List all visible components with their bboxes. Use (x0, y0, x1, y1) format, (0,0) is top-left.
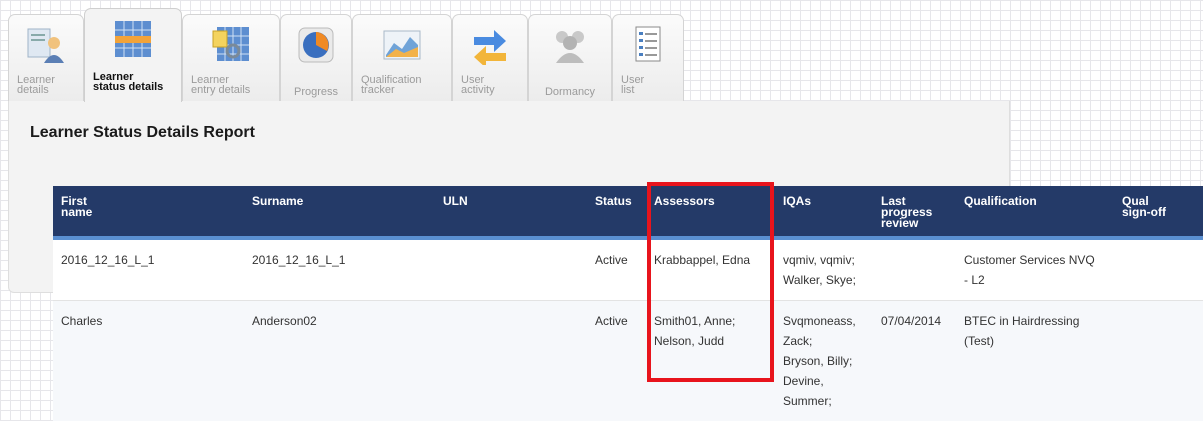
tab-label: Learner details (17, 75, 79, 95)
cell-surname: 2016_12_16_L_1 (244, 238, 435, 301)
column-header-first-name[interactable]: First name (53, 186, 244, 238)
column-header-last-progress-review[interactable]: Last progress review (873, 186, 956, 238)
tab-label: Learner entry details (191, 75, 275, 95)
table-row[interactable]: 2016_12_16_L_1 2016_12_16_L_1 Active Kra… (53, 238, 1203, 301)
cell-last-progress-review (873, 238, 956, 301)
cell-iqas: vqmiv, vqmiv; Walker, Skye; (775, 238, 873, 301)
tab-learner-details[interactable]: Learner details (8, 14, 84, 102)
report-table: First name Surname ULN Status Assessors … (53, 186, 1203, 421)
arrows-icon (470, 25, 510, 65)
area-chart-icon (382, 25, 422, 65)
cell-first-name: 2016_12_16_L_1 (53, 238, 244, 301)
tab-progress[interactable]: Progress (280, 14, 352, 102)
list-icon (628, 25, 668, 65)
column-header-iqas[interactable]: IQAs (775, 186, 873, 238)
tab-learner-status-details[interactable]: Learner status details (84, 8, 182, 102)
entry-icon (211, 25, 251, 65)
tab-label: Dormancy (533, 87, 607, 97)
tab-user-list[interactable]: User list (612, 14, 684, 102)
column-header-qualification[interactable]: Qualification (956, 186, 1114, 238)
tab-label: User activity (461, 75, 523, 95)
table-header-row: First name Surname ULN Status Assessors … (53, 186, 1203, 238)
tab-label: Progress (285, 87, 347, 97)
cell-qualification: Customer Services NVQ - L2 (956, 238, 1114, 301)
learner-icon (26, 25, 66, 65)
cell-qual-sign-off (1114, 238, 1203, 301)
tab-user-activity[interactable]: User activity (452, 14, 528, 102)
tab-label: Learner status details (93, 72, 177, 92)
tab-dormancy[interactable]: Dormancy (528, 14, 612, 102)
column-header-status[interactable]: Status (591, 186, 646, 238)
tab-label: Qualification tracker (361, 75, 447, 95)
column-header-surname[interactable]: Surname (244, 186, 435, 238)
tab-qualification-tracker[interactable]: Qualification tracker (352, 14, 452, 102)
tab-label: User list (621, 75, 679, 95)
page-title: Learner Status Details Report (30, 124, 255, 142)
cell-assessors: Krabbappel, Edna (646, 238, 775, 301)
column-header-assessors[interactable]: Assessors (646, 186, 775, 238)
progress-pie-icon (296, 25, 336, 65)
column-header-uln[interactable]: ULN (435, 186, 591, 238)
tab-learner-entry-details[interactable]: Learner entry details (182, 14, 280, 102)
people-icon (550, 25, 590, 65)
cell-status: Active (591, 238, 646, 301)
cell-uln (435, 238, 591, 301)
status-icon (113, 19, 153, 59)
column-header-qual-sign-off[interactable]: Qual sign-off (1114, 186, 1203, 238)
